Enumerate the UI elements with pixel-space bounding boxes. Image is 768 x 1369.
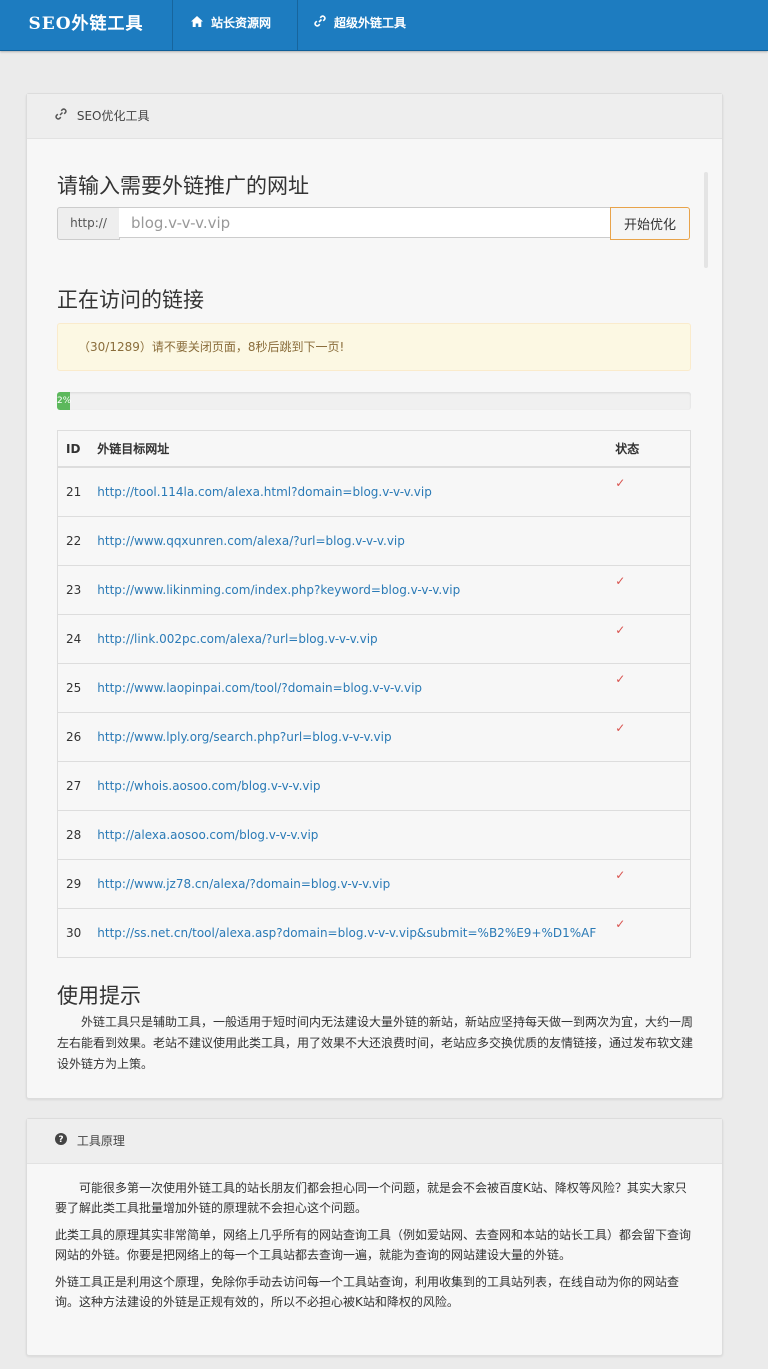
- row-id: 21: [57, 466, 90, 517]
- link-icon: [55, 108, 71, 123]
- row-url-link[interactable]: http://ss.net.cn/tool/alexa.asp?domain=b…: [89, 908, 608, 958]
- row-id: 28: [57, 810, 90, 860]
- question-circle-icon: ?: [55, 1133, 71, 1148]
- nav-item-label: 超级外链工具: [334, 16, 407, 30]
- top-navbar: SEO外链工具 站长资源网 超级外链工具: [0, 0, 768, 51]
- table-row: 27 http://whois.aosoo.com/blog.v-v-v.vip: [57, 761, 691, 811]
- table-row: 29 http://www.jz78.cn/alexa/?domain=blog.…: [57, 859, 691, 909]
- principle-paragraph: 外链工具正是利用这个原理，免除你手动去访问每一个工具站查询，利用收集到的工具站列…: [55, 1275, 680, 1309]
- table-row: 22 http://www.qqxunren.com/alexa/?url=blo…: [57, 516, 691, 566]
- row-status-check: ✓: [607, 859, 691, 909]
- panel-title: 工具原理: [76, 1134, 125, 1148]
- row-id: 29: [57, 859, 90, 909]
- column-header-url: 外链目标网址: [89, 430, 608, 468]
- row-status-check: ✓: [607, 712, 691, 762]
- home-icon: [191, 0, 203, 46]
- row-status-check: ✓: [607, 908, 691, 958]
- row-status-check: ✓: [607, 663, 691, 713]
- progress-track: 2%: [57, 392, 691, 410]
- table-row: 28 http://alexa.aosoo.com/blog.v-v-v.vip: [57, 810, 691, 860]
- principle-body: 可能很多第一次使用外链工具的站长朋友们都会担心同一个问题，就是会不会被百度K站、…: [27, 1164, 722, 1312]
- row-status-check: ✓: [607, 565, 691, 615]
- url-prefix: http://: [57, 207, 120, 240]
- table-header-row: ID 外链目标网址 状态: [57, 430, 691, 468]
- table-row: 30 http://ss.net.cn/tool/alexa.asp?domain…: [57, 908, 691, 958]
- row-id: 24: [57, 614, 90, 664]
- svg-text:?: ?: [58, 1135, 63, 1145]
- column-header-id: ID: [57, 430, 90, 468]
- row-url-link[interactable]: http://www.likinming.com/index.php?keywo…: [89, 565, 608, 615]
- row-status-check: ✓: [607, 614, 691, 664]
- column-header-status: 状态: [607, 430, 691, 468]
- visiting-heading: 正在访问的链接: [57, 288, 204, 312]
- row-id: 25: [57, 663, 90, 713]
- url-input[interactable]: [119, 207, 611, 238]
- row-url-link[interactable]: http://www.jz78.cn/alexa/?domain=blog.v-…: [89, 859, 608, 909]
- panel-heading: SEO优化工具: [27, 94, 722, 139]
- row-url-link[interactable]: http://whois.aosoo.com/blog.v-v-v.vip: [89, 761, 608, 811]
- links-table: ID 外链目标网址 状态 21 http://tool.114la.com/ale…: [57, 430, 691, 958]
- row-status-check: ✓: [607, 466, 691, 517]
- link-icon: [314, 0, 326, 46]
- table-row: 25 http://www.laopinpai.com/tool/?domain=…: [57, 663, 691, 713]
- scrollbar[interactable]: [704, 172, 708, 268]
- nav-item-super-link-tool[interactable]: 超级外链工具: [297, 0, 437, 50]
- row-id: 22: [57, 516, 90, 566]
- progress-alert: （30/1289）请不要关闭页面，8秒后跳到下一页!: [57, 323, 691, 371]
- row-id: 27: [57, 761, 90, 811]
- tips-heading: 使用提示: [57, 984, 141, 1008]
- table-row: 26 http://www.lply.org/search.php?url=blo…: [57, 712, 691, 762]
- row-url-link[interactable]: http://alexa.aosoo.com/blog.v-v-v.vip: [89, 810, 608, 860]
- row-id: 26: [57, 712, 90, 762]
- tips-text: 外链工具只是辅助工具，一般适用于短时间内无法建设大量外链的新站，新站应坚持每天做…: [57, 1015, 694, 1071]
- row-url-link[interactable]: http://www.lply.org/search.php?url=blog.…: [89, 712, 608, 762]
- table-row: 24 http://link.002pc.com/alexa/?url=blog.…: [57, 614, 691, 664]
- row-url-link[interactable]: http://www.laopinpai.com/tool/?domain=bl…: [89, 663, 608, 713]
- nav-item-label: 站长资源网: [211, 16, 272, 30]
- principle-paragraph: 可能很多第一次使用外链工具的站长朋友们都会担心同一个问题，就是会不会被百度K站、…: [55, 1181, 687, 1215]
- tool-principle-panel: ? 工具原理 可能很多第一次使用外链工具的站长朋友们都会担心同一个问题，就是会不…: [26, 1118, 723, 1356]
- progress-bar: 2%: [57, 392, 71, 410]
- row-status-check: [607, 516, 691, 566]
- seo-tool-panel: SEO优化工具 请输入需要外链推广的网址 http:// 开始优化 正在访问的链…: [26, 93, 723, 1099]
- row-url-link[interactable]: http://link.002pc.com/alexa/?url=blog.v-…: [89, 614, 608, 664]
- row-id: 23: [57, 565, 90, 615]
- brand-logo[interactable]: SEO外链工具: [0, 0, 172, 50]
- input-heading: 请输入需要外链推广的网址: [57, 174, 309, 198]
- row-status-check: [607, 810, 691, 860]
- start-optimize-button[interactable]: 开始优化: [610, 207, 690, 240]
- panel-title: SEO优化工具: [76, 109, 150, 123]
- row-url-link[interactable]: http://www.qqxunren.com/alexa/?url=blog.…: [89, 516, 608, 566]
- panel-heading: ? 工具原理: [27, 1119, 722, 1164]
- principle-paragraph: 此类工具的原理其实非常简单，网络上几乎所有的网站查询工具（例如爱站网、去查网和本…: [55, 1228, 692, 1262]
- row-id: 30: [57, 908, 90, 958]
- table-row: 21 http://tool.114la.com/alexa.html?domai…: [57, 466, 691, 517]
- nav-item-resources[interactable]: 站长资源网: [172, 0, 297, 50]
- row-url-link[interactable]: http://tool.114la.com/alexa.html?domain=…: [89, 466, 608, 517]
- table-row: 23 http://www.likinming.com/index.php?key…: [57, 565, 691, 615]
- row-status-check: [607, 761, 691, 811]
- url-input-group: http:// 开始优化: [57, 207, 691, 240]
